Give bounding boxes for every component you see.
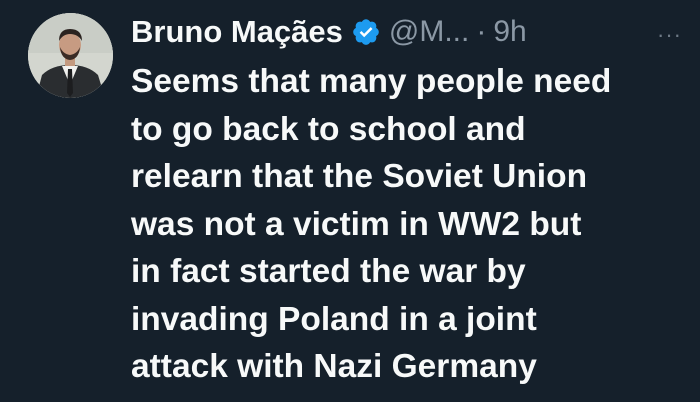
separator-dot: · [476,15,487,48]
tweet-text: Seems that many people need to go back t… [131,58,691,391]
tweet-text-line: invading Poland in a joint [131,300,537,338]
verified-badge-icon [351,17,381,47]
author-handle[interactable]: @M... [389,15,469,49]
tweet-text-line: relearn that the Soviet Union [131,158,588,195]
more-options-icon[interactable]: ··· [657,22,682,48]
tweet-text-line: was not a victim in WW2 but [131,205,582,243]
timestamp[interactable]: 9h [493,15,526,49]
author-name[interactable]: Bruno Maçães [131,14,343,50]
tweet-text-line: in fact started the war by [131,253,526,290]
tweet-text-line: attack with Nazi Germany [131,348,537,385]
tweet-card[interactable]: Bruno Maçães @M... · 9h ··· Seems that m… [0,0,700,402]
tweet-text-line: to go back to school and [131,110,526,148]
tweet-text-line: Seems that many people need [131,63,612,100]
avatar-photo [28,13,113,98]
avatar[interactable] [28,13,113,98]
tweet-header: Bruno Maçães @M... · 9h [131,12,527,52]
